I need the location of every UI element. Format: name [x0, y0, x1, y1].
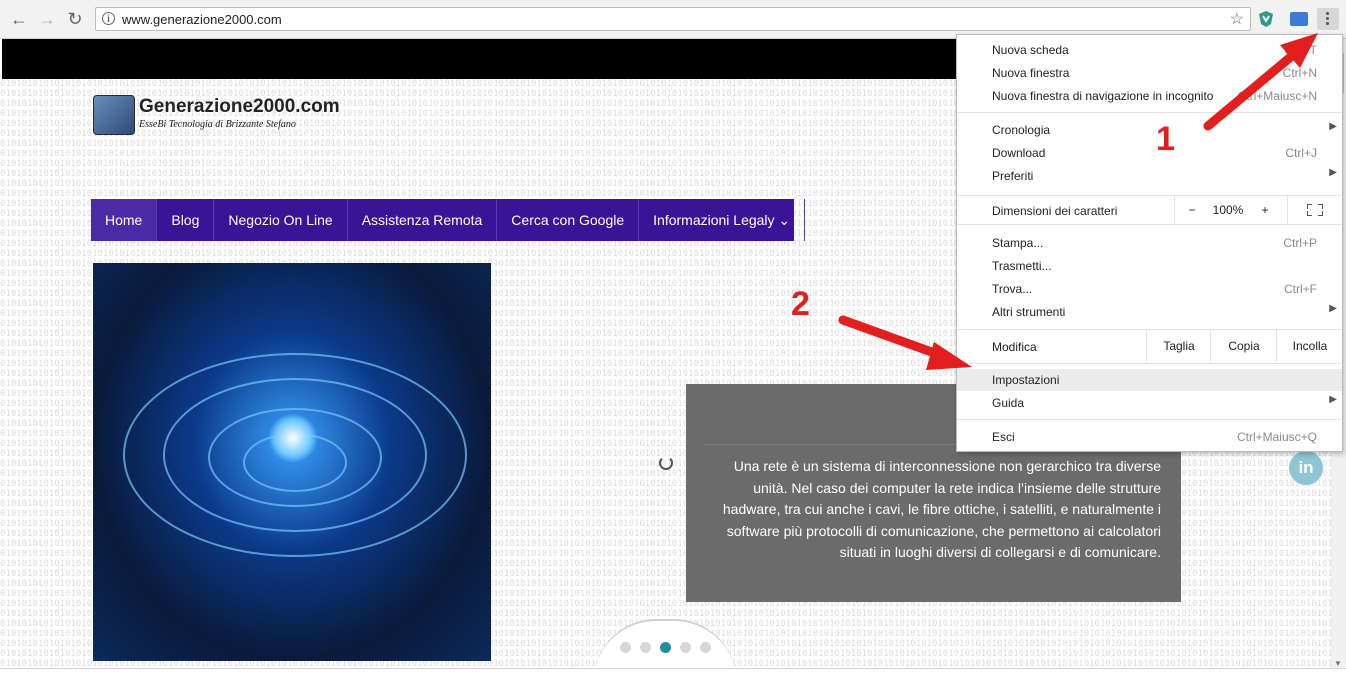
nav-blog[interactable]: Blog [157, 199, 215, 241]
menu-item-new-window[interactable]: Nuova finestra Ctrl+N [957, 62, 1342, 84]
hero-network-image [93, 263, 491, 661]
logo-subtitle: EsseBi Tecnologia di Brizzante Stefano [139, 119, 296, 130]
paste-button[interactable]: Incolla [1276, 330, 1343, 362]
annotation-step-1: 1 [1156, 120, 1175, 158]
annotation-step-2: 2 [791, 285, 810, 323]
address-bar[interactable]: i www.generazione2000.com ☆ [95, 7, 1251, 31]
menu-edit-row: Modifica Taglia Copia Incolla [957, 330, 1342, 362]
menu-item-help[interactable]: Guida ▶ [957, 392, 1342, 414]
slide-caption-text: Una rete è un sistema di interconnession… [722, 458, 1161, 560]
menu-zoom-row: Dimensioni dei caratteri − 100% + [957, 196, 1342, 224]
submenu-arrow-icon: ▶ [1329, 121, 1337, 132]
menu-dot-icon [1326, 12, 1329, 15]
site-nav: Home Blog Negozio On Line Assistenza Rem… [91, 199, 806, 241]
copy-button[interactable]: Copia [1210, 330, 1277, 362]
extension-blue-icon[interactable] [1290, 12, 1308, 26]
extension-shield-icon[interactable] [1258, 10, 1274, 28]
menu-item-settings[interactable]: Impostazioni [957, 369, 1342, 391]
scroll-down-icon[interactable]: ▼ [1334, 659, 1342, 668]
menu-dot-icon [1326, 17, 1329, 20]
slider-dot[interactable] [640, 642, 651, 653]
menu-dot-icon [1326, 22, 1329, 25]
nav-home[interactable]: Home [91, 199, 158, 241]
reload-button[interactable]: ↻ [64, 8, 86, 30]
chrome-menu-button[interactable] [1317, 8, 1339, 30]
zoom-in-button[interactable]: + [1248, 196, 1282, 224]
menu-item-history[interactable]: Cronologia ▶ [957, 119, 1342, 141]
menu-item-exit[interactable]: Esci Ctrl+Maiusc+Q [957, 426, 1342, 448]
submenu-arrow-icon: ▶ [1329, 394, 1337, 405]
menu-item-incognito[interactable]: Nuova finestra di navigazione in incogni… [957, 85, 1342, 107]
fullscreen-icon [1307, 204, 1323, 216]
slider-dot-active[interactable] [660, 642, 671, 653]
linkedin-icon[interactable]: in [1289, 451, 1323, 485]
zoom-out-button[interactable]: − [1174, 196, 1209, 224]
nav-remote-support[interactable]: Assistenza Remota [348, 199, 498, 241]
slider-dot[interactable] [700, 642, 711, 653]
nav-shop[interactable]: Negozio On Line [214, 199, 348, 241]
address-url[interactable]: www.generazione2000.com [122, 12, 282, 27]
submenu-arrow-icon: ▶ [1329, 303, 1337, 314]
zoom-level: 100% [1212, 203, 1244, 217]
fullscreen-button[interactable] [1287, 196, 1343, 224]
menu-item-more-tools[interactable]: Altri strumenti ▶ [957, 301, 1342, 323]
loading-spinner-icon [659, 456, 673, 470]
forward-button[interactable]: → [36, 8, 58, 30]
submenu-arrow-icon: ▶ [1329, 167, 1337, 178]
menu-item-cast[interactable]: Trasmetti... [957, 255, 1342, 277]
cut-button[interactable]: Taglia [1146, 330, 1211, 362]
logo-globe-icon [93, 95, 135, 135]
menu-item-print[interactable]: Stampa... Ctrl+P [957, 232, 1342, 254]
menu-item-new-tab[interactable]: Nuova scheda Ctrl+T [957, 39, 1342, 61]
chrome-menu: Nuova scheda Ctrl+T Nuova finestra Ctrl+… [956, 34, 1343, 452]
nav-google-search[interactable]: Cerca con Google [497, 199, 640, 241]
slider-dot[interactable] [620, 642, 631, 653]
site-info-icon[interactable]: i [102, 12, 115, 25]
logo-title: Generazione2000.com [139, 96, 340, 117]
menu-item-bookmarks[interactable]: Preferiti ▶ [957, 165, 1342, 187]
slider-dot[interactable] [680, 642, 691, 653]
nav-legal-info[interactable]: Informazioni Legaly ⌄ [639, 199, 806, 241]
back-button[interactable]: ← [8, 8, 30, 30]
status-bar [0, 668, 1346, 679]
bookmark-star-icon[interactable]: ☆ [1230, 9, 1244, 29]
menu-item-downloads[interactable]: Download Ctrl+J [957, 142, 1342, 164]
menu-item-find[interactable]: Trova... Ctrl+F [957, 278, 1342, 300]
